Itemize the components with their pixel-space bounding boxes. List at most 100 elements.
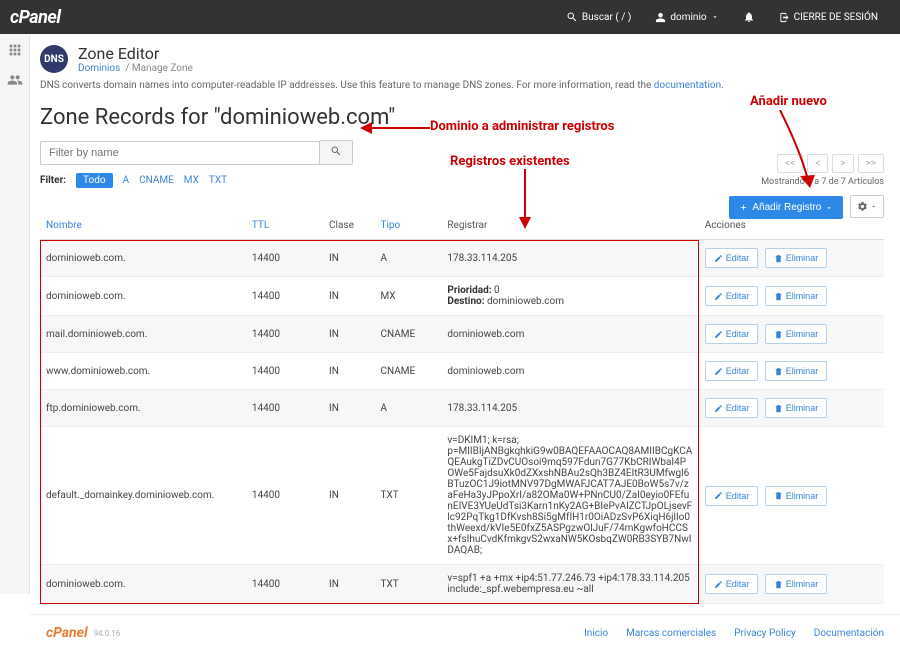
breadcrumb-link[interactable]: Dominios (78, 63, 120, 74)
table-row: mail.dominioweb.com. 14400 IN CNAME domi… (40, 316, 884, 353)
cell-name: default._domainkey.dominioweb.com. (40, 427, 246, 565)
breadcrumb-current: Manage Zone (132, 63, 193, 74)
th-ttl[interactable]: TTL (246, 212, 323, 240)
cell-type: TXT (374, 565, 441, 604)
page-header: DNS Zone Editor Dominios / Manage Zone (40, 44, 884, 74)
delete-button[interactable]: Eliminar (765, 324, 828, 344)
records-table: Nombre TTL Clase Tipo Registrar Acciones… (40, 212, 884, 604)
cell-class: IN (323, 427, 374, 565)
search-icon (566, 11, 578, 23)
cpanel-logo: cPanel (10, 7, 60, 28)
gear-icon (857, 201, 868, 212)
delete-button[interactable]: Eliminar (765, 486, 828, 506)
delete-button[interactable]: Eliminar (765, 248, 828, 268)
cell-reg: v=spf1 +a +mx +ip4:51.77.246.73 +ip4:178… (441, 565, 698, 604)
cell-type: A (374, 390, 441, 427)
footer-privacy[interactable]: Privacy Policy (734, 628, 796, 639)
edit-button[interactable]: Editar (705, 486, 759, 506)
edit-button[interactable]: Editar (705, 324, 759, 344)
cell-reg: 178.33.114.205 (441, 240, 698, 277)
footer: cPanel 94.0.16 Inicio Marcas comerciales… (30, 614, 900, 651)
filter-pill-cname[interactable]: CNAME (139, 175, 174, 186)
bell-icon (743, 11, 755, 23)
cell-type: A (374, 240, 441, 277)
cell-ttl: 14400 (246, 316, 323, 353)
chevron-down-icon (825, 204, 833, 212)
delete-button[interactable]: Eliminar (765, 574, 828, 594)
delete-button[interactable]: Eliminar (765, 286, 828, 306)
filter-pill-all[interactable]: Todo (76, 173, 113, 188)
filter-search-button[interactable] (320, 140, 353, 165)
notifications-button[interactable] (731, 11, 767, 23)
pager-last[interactable]: >> (858, 154, 884, 173)
th-type[interactable]: Tipo (374, 212, 441, 240)
table-row: www.dominioweb.com. 14400 IN CNAME domin… (40, 353, 884, 390)
left-rail (0, 34, 30, 594)
table-row: ftp.dominioweb.com. 14400 IN A 178.33.11… (40, 390, 884, 427)
cell-type: TXT (374, 427, 441, 565)
footer-logo: cPanel (46, 625, 88, 641)
filter-input[interactable] (40, 141, 320, 165)
table-row: dominioweb.com. 14400 IN MX Prioridad: 0… (40, 277, 884, 316)
top-bar: cPanel Buscar ( / ) dominio CIERRE DE SE… (0, 0, 900, 34)
edit-button[interactable]: Editar (705, 286, 759, 306)
cell-name: dominioweb.com. (40, 277, 246, 316)
arrow-icon (770, 110, 820, 190)
cell-class: IN (323, 277, 374, 316)
footer-docs[interactable]: Documentación (814, 628, 884, 639)
delete-button[interactable]: Eliminar (765, 361, 828, 381)
cell-reg: dominioweb.com (441, 316, 698, 353)
filter-pill-a[interactable]: A (123, 175, 130, 186)
cell-type: CNAME (374, 316, 441, 353)
page-title: Zone Editor (78, 44, 193, 63)
search-label: Buscar ( / ) (582, 12, 631, 23)
search-icon (330, 145, 342, 157)
cell-name: dominioweb.com. (40, 240, 246, 277)
table-row: dominioweb.com. 14400 IN A 178.33.114.20… (40, 240, 884, 277)
chevron-down-icon (711, 13, 719, 21)
cell-name: mail.dominioweb.com. (40, 316, 246, 353)
annotation-domain: Dominio a administrar registros (430, 119, 614, 134)
logout-button[interactable]: CIERRE DE SESIÓN (767, 12, 890, 23)
th-reg: Registrar (441, 212, 698, 240)
user-menu[interactable]: dominio (643, 12, 730, 23)
cell-ttl: 14400 (246, 353, 323, 390)
table-row: default._domainkey.dominioweb.com. 14400… (40, 427, 884, 565)
settings-button[interactable] (850, 195, 884, 218)
logout-icon (779, 12, 790, 23)
search-menu[interactable]: Buscar ( / ) (554, 11, 643, 23)
table-row: dominioweb.com. 14400 IN TXT v=spf1 +a +… (40, 565, 884, 604)
cell-actions: Editar Eliminar (699, 240, 884, 277)
add-record-button[interactable]: Añadir Registro (729, 196, 843, 219)
cell-class: IN (323, 240, 374, 277)
edit-button[interactable]: Editar (705, 248, 759, 268)
filter-label: Filter: (40, 175, 66, 186)
th-class: Clase (323, 212, 374, 240)
edit-button[interactable]: Editar (705, 398, 759, 418)
intro-text: DNS converts domain names into computer-… (40, 80, 884, 91)
footer-home[interactable]: Inicio (584, 628, 608, 639)
edit-button[interactable]: Editar (705, 361, 759, 381)
filter-pill-txt[interactable]: TXT (209, 175, 227, 186)
cell-reg: v=DKIM1; k=rsa; p=MIIBIjANBgkqhkiG9w0BAQ… (441, 427, 698, 565)
arrow-icon (515, 169, 535, 229)
delete-button[interactable]: Eliminar (765, 398, 828, 418)
cell-reg: dominioweb.com (441, 353, 698, 390)
edit-button[interactable]: Editar (705, 574, 759, 594)
cell-class: IN (323, 565, 374, 604)
documentation-link[interactable]: documentation (654, 80, 721, 91)
cell-name: ftp.dominioweb.com. (40, 390, 246, 427)
th-name[interactable]: Nombre (40, 212, 246, 240)
footer-version: 94.0.16 (94, 629, 121, 638)
cell-ttl: 14400 (246, 565, 323, 604)
pager-next[interactable]: > (832, 154, 853, 173)
apps-icon[interactable] (7, 42, 23, 58)
plus-icon (739, 203, 748, 212)
filter-pill-mx[interactable]: MX (184, 175, 199, 186)
users-icon[interactable] (7, 72, 23, 88)
footer-trademarks[interactable]: Marcas comerciales (626, 628, 716, 639)
cell-name: www.dominioweb.com. (40, 353, 246, 390)
cell-name: dominioweb.com. (40, 565, 246, 604)
cell-actions: Editar Eliminar (699, 277, 884, 316)
cell-reg: 178.33.114.205 (441, 390, 698, 427)
